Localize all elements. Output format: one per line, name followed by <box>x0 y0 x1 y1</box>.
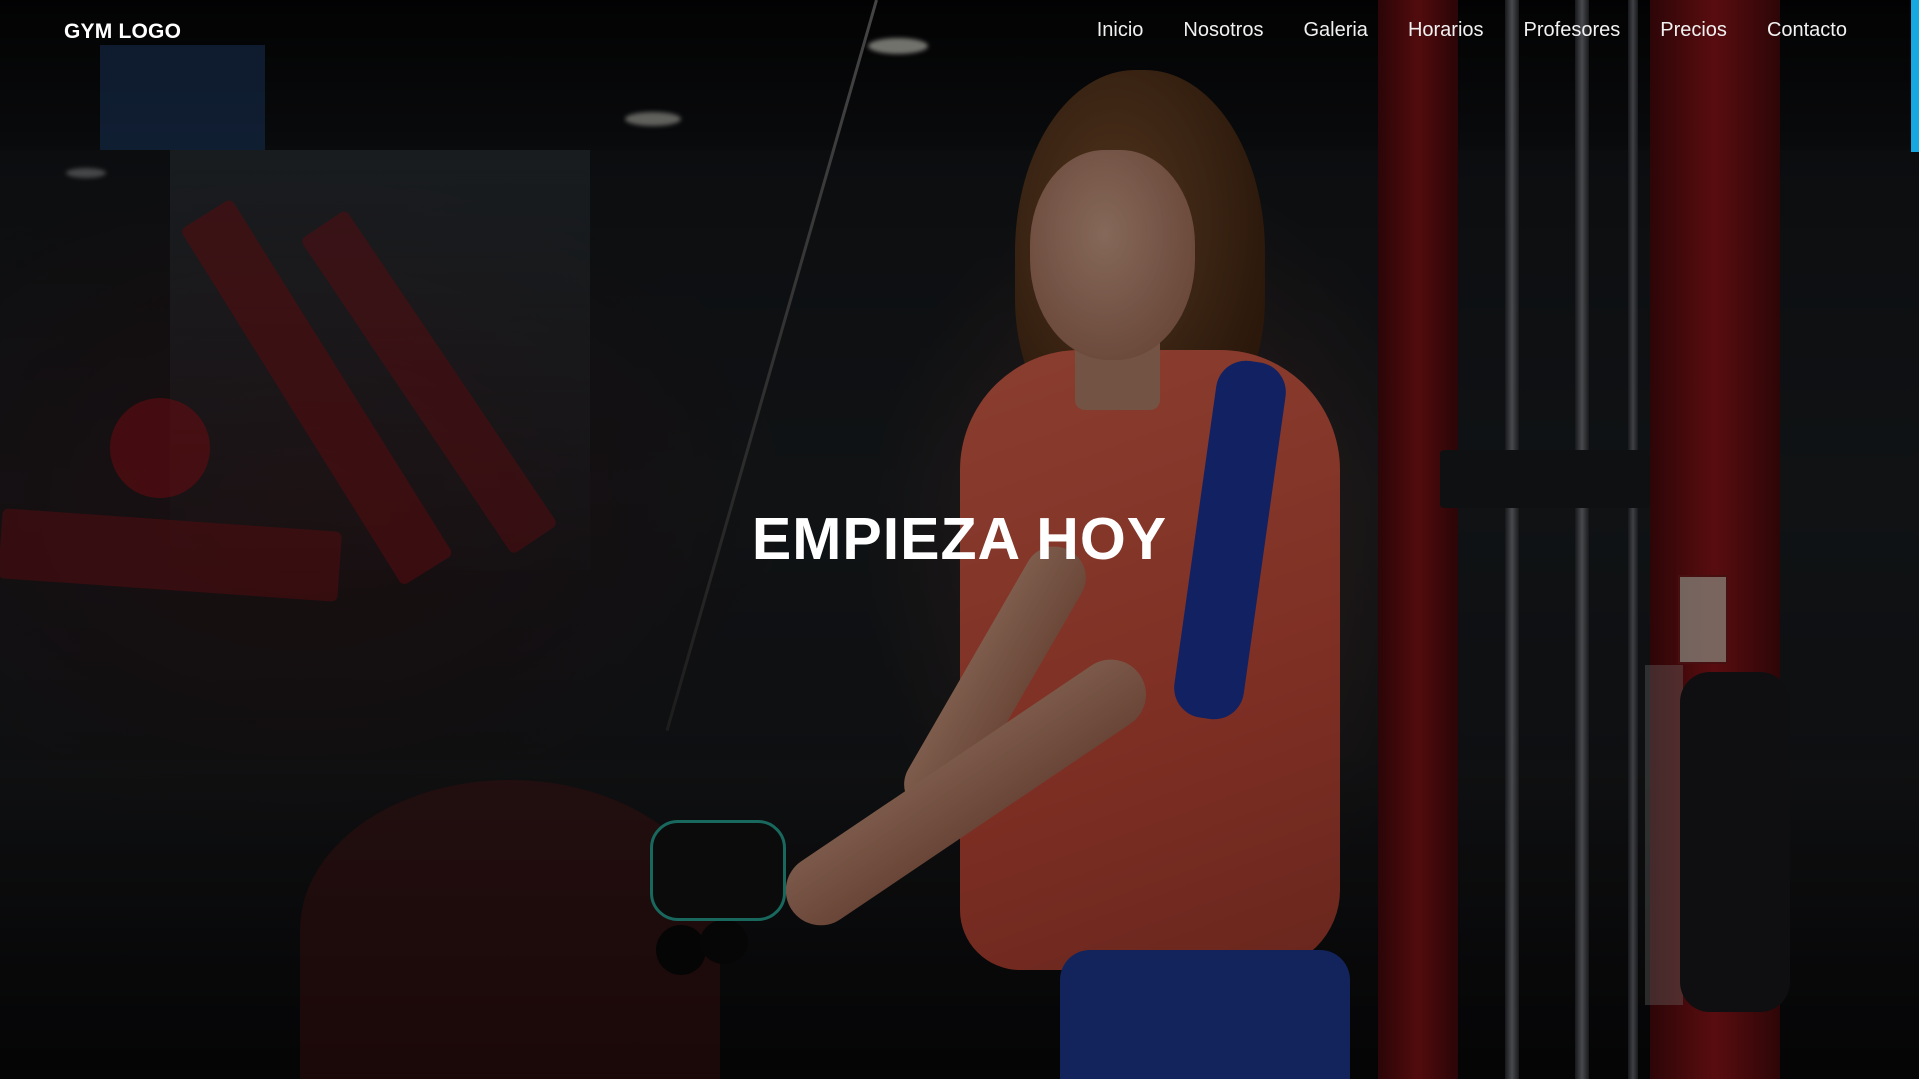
hero-section: GYM LOGO Inicio Nosotros Galeria Horario… <box>0 0 1919 1079</box>
nav-item-nosotros[interactable]: Nosotros <box>1183 19 1263 42</box>
top-navbar: GYM LOGO Inicio Nosotros Galeria Horario… <box>0 0 1919 64</box>
nav-item-precios[interactable]: Precios <box>1660 19 1727 42</box>
hero-headline: EMPIEZA HOY <box>751 506 1168 572</box>
nav-item-inicio[interactable]: Inicio <box>1097 19 1144 42</box>
main-menu: Inicio Nosotros Galeria Horarios Profeso… <box>1097 19 1847 42</box>
site-logo[interactable]: GYM LOGO <box>64 20 181 44</box>
scrollbar-thumb[interactable] <box>1911 0 1919 152</box>
nav-item-horarios[interactable]: Horarios <box>1408 19 1484 42</box>
nav-item-contacto[interactable]: Contacto <box>1767 19 1847 42</box>
nav-item-galeria[interactable]: Galeria <box>1303 19 1367 42</box>
nav-item-profesores[interactable]: Profesores <box>1524 19 1621 42</box>
